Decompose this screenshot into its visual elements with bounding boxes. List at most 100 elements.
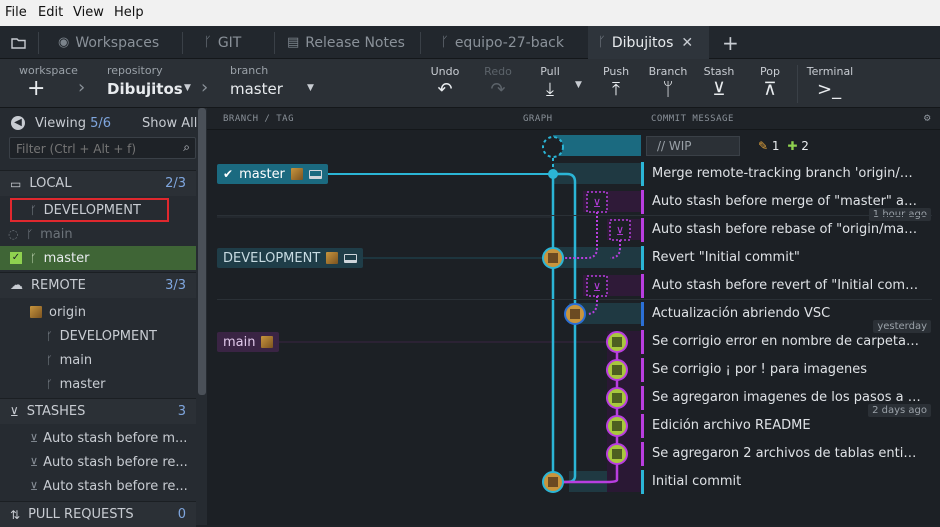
commit-message-column-header[interactable]: COMMIT MESSAGE xyxy=(651,114,734,124)
menu-help[interactable]: Help xyxy=(114,5,144,20)
remote-branch-development[interactable]: ᚴ DEVELOPMENT xyxy=(0,324,196,348)
push-icon: ⤒ xyxy=(612,79,620,100)
commit-row[interactable]: Edición archivo README xyxy=(652,418,922,433)
eye-hidden-icon[interactable]: ◌ xyxy=(8,227,18,241)
tab-workspaces[interactable]: ◉ Workspaces xyxy=(48,26,182,59)
checkbox-checked-icon[interactable]: ✓ xyxy=(10,252,22,264)
terminal-button[interactable]: Terminal >_ xyxy=(805,65,855,100)
plus-icon: + xyxy=(722,30,739,55)
avatar xyxy=(290,168,303,180)
branch-label-main[interactable]: main xyxy=(217,332,280,352)
pull-requests-section-header[interactable]: ⇅ PULL REQUESTS 0 xyxy=(0,501,196,527)
toolbar-divider xyxy=(797,65,798,103)
stash-icon: ⊻ xyxy=(30,479,39,493)
redo-button[interactable]: Redo ↷ xyxy=(478,65,518,100)
checkmark-icon: ✔ xyxy=(223,167,234,181)
repository-selector[interactable]: Dibujitos xyxy=(107,80,183,98)
commit-row[interactable]: Auto stash before revert of "Initial com… xyxy=(652,278,922,293)
chevron-right-icon: › xyxy=(78,77,86,98)
git-branch-icon: ᚴ xyxy=(26,227,34,241)
commit-row[interactable]: Auto stash before rebase of "origin/mast… xyxy=(652,222,922,237)
pull-options-caret-icon[interactable]: ▼ xyxy=(575,80,582,90)
filter-box: ⌕ xyxy=(9,137,196,159)
local-branch-main[interactable]: ◌ ᚴ main xyxy=(0,222,196,246)
remote-origin[interactable]: origin xyxy=(0,300,196,324)
stash-item[interactable]: ⊻ Auto stash before re... xyxy=(0,450,196,474)
commit-node-avatar xyxy=(606,415,628,437)
stash-item[interactable]: ⊻ Auto stash before m... xyxy=(0,426,196,450)
commit-node-avatar xyxy=(606,359,628,381)
commit-node-avatar xyxy=(542,247,564,269)
commit-node-avatar xyxy=(606,443,628,465)
caret-down-icon[interactable]: ▼ xyxy=(184,83,191,93)
local-branch-development[interactable]: ᚴ DEVELOPMENT xyxy=(0,198,196,222)
commit-row[interactable]: Actualización abriendo VSC xyxy=(652,306,922,321)
commit-row[interactable]: Merge remote-tracking branch 'origin/mas… xyxy=(652,166,922,181)
commit-row[interactable]: Se corrigio ¡ por ! para imagenes xyxy=(652,362,922,377)
tab-release-notes[interactable]: ▤ Release Notes xyxy=(277,26,419,59)
commit-row[interactable]: Revert "Initial commit" xyxy=(652,250,922,265)
terminal-icon: >_ xyxy=(817,79,842,100)
commit-bar xyxy=(641,414,644,438)
local-section-header[interactable]: ▭ LOCAL 2/3 xyxy=(0,170,196,196)
branch-tag-column-header[interactable]: BRANCH / TAG xyxy=(223,114,294,124)
branch-selector[interactable]: master xyxy=(230,80,283,98)
tab-dibujitos[interactable]: ᚴ Dibujitos ✕ xyxy=(588,26,709,59)
commit-row[interactable]: Auto stash before merge of "master" and … xyxy=(652,194,922,209)
stash-button[interactable]: Stash ⊻ xyxy=(699,65,739,100)
commit-bar xyxy=(641,190,644,214)
push-button[interactable]: Push ⤒ xyxy=(596,65,636,100)
tab-equipo-27-back[interactable]: ᚴ equipo-27-back xyxy=(431,26,581,59)
local-branch-master[interactable]: ✓ ᚴ master xyxy=(0,246,196,270)
commit-row[interactable]: Se corrigio error en nombre de carpeta I… xyxy=(652,334,922,349)
graph-svg: ⊻ ⊻ ⊻ xyxy=(217,135,641,493)
branch-button[interactable]: Branch ᛘ xyxy=(647,65,689,100)
graph-column-header[interactable]: GRAPH xyxy=(523,114,553,124)
menu-view[interactable]: View xyxy=(73,5,104,20)
commit-bar xyxy=(641,470,644,494)
stash-item[interactable]: ⊻ Auto stash before re... xyxy=(0,474,196,498)
plus-icon: + xyxy=(27,76,46,101)
menu-edit[interactable]: Edit xyxy=(38,5,63,20)
stash-icon: ⊻ xyxy=(30,431,39,445)
menu-file[interactable]: File xyxy=(5,5,27,20)
row-divider xyxy=(217,299,932,300)
branch-label-development[interactable]: DEVELOPMENT xyxy=(217,248,364,268)
back-arrow-icon[interactable]: ◀ xyxy=(11,116,25,130)
remote-section-header[interactable]: ☁ REMOTE 3/3 xyxy=(0,272,196,298)
add-workspace-button[interactable]: + xyxy=(27,78,45,100)
branch-label-master[interactable]: ✔ master xyxy=(217,164,328,184)
commit-bar xyxy=(641,218,644,242)
commit-row[interactable]: Initial commit xyxy=(652,474,922,489)
pop-button[interactable]: Pop ⊼ xyxy=(750,65,790,100)
commit-bar xyxy=(641,358,644,382)
sidebar-scrollbar[interactable] xyxy=(198,108,206,395)
new-tab-button[interactable]: + xyxy=(712,26,742,59)
merge-node xyxy=(548,169,558,179)
stash-node-icon: ⊻ xyxy=(593,197,601,210)
pull-request-icon: ⇅ xyxy=(10,507,21,522)
close-icon[interactable]: ✕ xyxy=(681,35,693,51)
timestamp-badge: 2 days ago xyxy=(868,404,931,417)
stash-icon: ⊻ xyxy=(10,404,19,419)
remote-branch-master[interactable]: ᚴ master xyxy=(0,372,196,396)
caret-down-icon[interactable]: ▼ xyxy=(307,83,314,93)
stashes-section-header[interactable]: ⊻ STASHES 3 xyxy=(0,398,196,424)
viewing-label: Viewing 5/6 xyxy=(35,116,112,131)
filter-input[interactable] xyxy=(10,139,170,159)
avatar xyxy=(30,306,42,318)
commit-row[interactable]: Se agregaron imagenes de los pasos a seg… xyxy=(652,390,922,405)
remote-branch-main[interactable]: ᚴ main xyxy=(0,348,196,372)
clipboard-icon: ▤ xyxy=(287,35,300,50)
wip-row[interactable] xyxy=(641,135,931,157)
show-all-button[interactable]: Show All xyxy=(142,116,197,131)
tab-git[interactable]: ᚴ GIT xyxy=(194,26,278,59)
pull-button[interactable]: Pull ⤓ xyxy=(530,65,570,100)
cloud-icon: ☁ xyxy=(10,278,23,293)
branch-icon: ᛘ xyxy=(662,79,674,100)
commit-bar xyxy=(641,386,644,410)
commit-row[interactable]: Se agregaron 2 archivos de tablas entida… xyxy=(652,446,922,461)
undo-button[interactable]: Undo ↶ xyxy=(425,65,465,100)
folder-icon[interactable] xyxy=(0,26,36,59)
gear-icon[interactable]: ⚙ xyxy=(924,111,931,124)
